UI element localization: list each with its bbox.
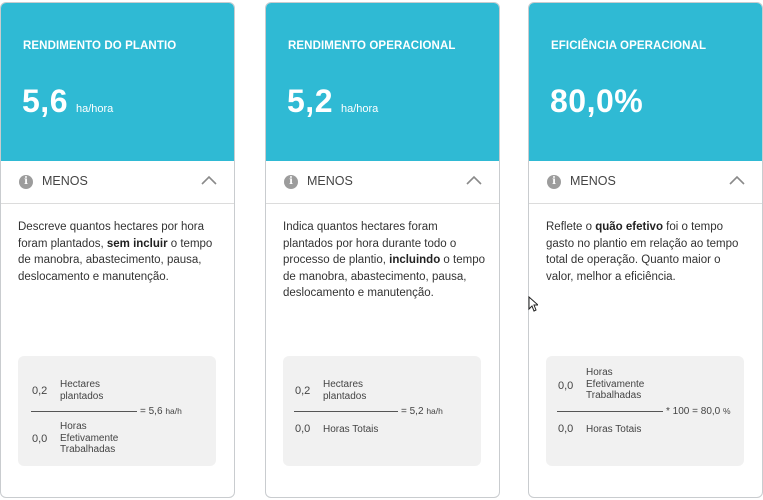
result-unit: % (723, 406, 731, 416)
numerator-value: 0,2 (295, 385, 311, 397)
result-unit: ha/h (426, 406, 443, 416)
formula-result: = 5,6 ha/h (140, 406, 182, 417)
card-description: Descreve quantos hectares por hora foram… (18, 219, 223, 285)
description-emphasis: incluindo (389, 254, 441, 266)
toggle-label: MENOS (42, 174, 88, 188)
card-value-block: 80,0% (550, 83, 651, 120)
card-value: 80,0% (550, 83, 644, 119)
chevron-up-icon[interactable] (728, 174, 746, 186)
numerator-label: Hectares plantados (60, 379, 104, 402)
chevron-up-icon[interactable] (465, 174, 483, 186)
fraction-line (31, 411, 137, 412)
numerator-label: Hectares plantados (323, 379, 367, 402)
card-value: 5,6 (22, 83, 68, 119)
card-title: RENDIMENTO OPERACIONAL (288, 40, 456, 52)
result-text: = 5,6 (140, 406, 163, 417)
info-icon: i (284, 175, 298, 189)
toggle-label: MENOS (307, 174, 353, 188)
description-emphasis: sem incluir (106, 237, 168, 250)
card-value: 5,2 (287, 83, 333, 119)
chevron-up-icon[interactable] (200, 174, 218, 186)
result-text: * 100 = 80,0 (666, 406, 721, 417)
card-value-block: 5,6 ha/hora (22, 83, 113, 120)
formula-result: = 5,2 ha/h (401, 406, 443, 417)
card-unit: ha/hora (75, 103, 114, 115)
info-icon: i (19, 175, 33, 189)
metric-card-rendimento-plantio: RENDIMENTO DO PLANTIO 5,6 ha/hora i MENOS… (0, 2, 235, 498)
fraction-line (294, 411, 398, 412)
card-description: Indica quantos hectares foram plantados … (283, 219, 488, 302)
details-toggle[interactable]: i MENOS (529, 161, 762, 204)
card-title: RENDIMENTO DO PLANTIO (23, 40, 177, 52)
denominator-value: 0,0 (32, 433, 48, 445)
card-header: RENDIMENTO OPERACIONAL 5,2 ha/hora (266, 3, 499, 161)
metric-card-eficiencia-operacional: EFICIÊNCIA OPERACIONAL 80,0% i MENOS Ref… (528, 2, 763, 498)
denominator-value: 0,0 (558, 423, 574, 435)
fraction-line (557, 411, 663, 412)
card-description: Reflete o quão efetivo foi o tempo gasto… (546, 219, 751, 285)
formula-result: * 100 = 80,0 % (666, 406, 731, 417)
details-toggle[interactable]: i MENOS (1, 161, 234, 204)
details-toggle[interactable]: i MENOS (266, 161, 499, 204)
formula-box: 0,2 Hectares plantados = 5,6 ha/h 0,0 Ho… (18, 356, 216, 466)
denominator-label: Horas Totais (323, 424, 379, 435)
result-text: = 5,2 (401, 406, 424, 417)
description-emphasis: quão efetivo (595, 221, 663, 233)
denominator-label: Horas Totais (586, 424, 642, 435)
description-text: Reflete o (546, 221, 596, 233)
info-icon: i (547, 175, 561, 189)
card-value-block: 5,2 ha/hora (287, 83, 378, 120)
numerator-value: 0,0 (558, 380, 574, 392)
card-unit: ha/hora (340, 103, 379, 115)
numerator-label: Horas Efetivamente Trabalhadas (586, 367, 645, 401)
toggle-label: MENOS (570, 174, 616, 188)
card-header: EFICIÊNCIA OPERACIONAL 80,0% (529, 3, 762, 161)
result-unit: ha/h (165, 406, 182, 416)
formula-box: 0,0 Horas Efetivamente Trabalhadas * 100… (546, 356, 744, 466)
denominator-label: Horas Efetivamente Trabalhadas (60, 421, 119, 455)
card-header: RENDIMENTO DO PLANTIO 5,6 ha/hora (1, 3, 234, 161)
denominator-value: 0,0 (295, 423, 311, 435)
numerator-value: 0,2 (32, 385, 48, 397)
metric-card-rendimento-operacional: RENDIMENTO OPERACIONAL 5,2 ha/hora i MENO… (265, 2, 500, 498)
card-title: EFICIÊNCIA OPERACIONAL (551, 40, 707, 52)
mouse-pointer-icon (528, 296, 538, 312)
formula-box: 0,2 Hectares plantados = 5,2 ha/h 0,0 Ho… (283, 356, 481, 466)
